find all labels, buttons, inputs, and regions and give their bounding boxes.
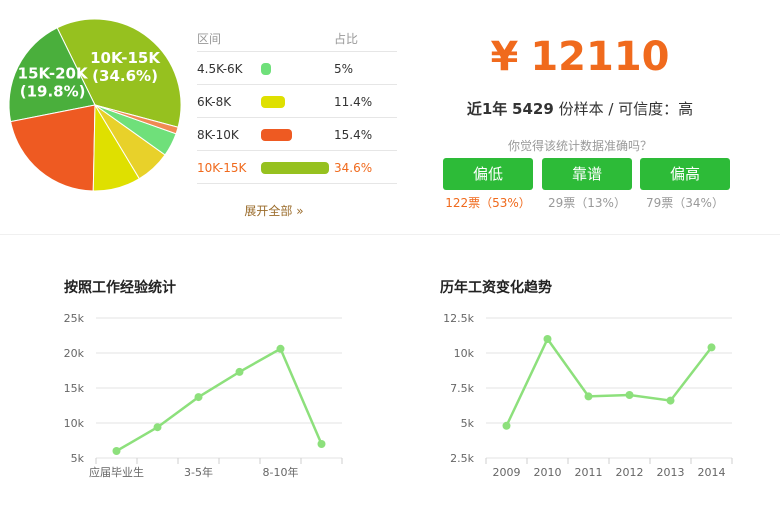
yearly-chart-title: 历年工资变化趋势 [440,280,552,296]
x-tick-label: 3-5年 [184,465,213,479]
x-tick-label: 应届毕业生 [89,465,144,479]
experience-line-chart: 5k 10k 15k 20k 25k 应届毕业生 3-5年 8-10年 [64,312,343,479]
data-point [112,447,121,455]
y-tick-label: 5k [71,452,85,465]
salary-pie-chart: 10K-15K(34.6%)15K-20K(19.8%) [8,18,182,192]
row-range: 8K-10K [197,128,239,142]
expand-all-link[interactable]: 展开全部 » [197,202,351,219]
y-tick-label: 20k [64,347,85,360]
y-tick-label: 15k [64,382,85,395]
data-point [625,391,634,399]
row-range: 4.5K-6K [197,62,243,76]
y-tick-label: 25k [64,312,85,325]
table-row: 8K-10K 15.4% [197,118,397,151]
row-ratio: 5% [334,62,354,76]
data-point [584,392,593,401]
salary-amount: 12110 [530,34,670,80]
vote-low-button[interactable]: 偏低 [443,158,533,190]
data-point [317,440,326,448]
section-divider [0,234,780,235]
x-tick-label: 2009 [493,466,521,479]
table-row: 10K-15K 34.6% [197,151,397,184]
y-tick-label: 10k [64,417,85,430]
row-ratio: 15.4% [334,128,373,142]
pie-slice-label: (19.8%) [20,83,86,101]
sample-info: 近1年 5429 份样本 / 可信度：高 [430,98,730,119]
data-point [666,396,675,405]
data-point [502,421,511,430]
y-tick-label: 2.5k [450,452,474,465]
x-tick-label: 2013 [657,466,685,479]
pie-slice-label: 15K-20K [18,65,89,83]
data-point [235,367,244,376]
vote-high-count: 79票（34%） [646,196,724,210]
y-tick-label: 7.5k [450,382,474,395]
x-tick-label: 2012 [616,466,644,479]
period-label: 近1年 [466,100,508,118]
experience-chart-title: 按照工作经验统计 [64,280,176,296]
row-ratio-bar [261,129,292,141]
yearly-line-chart: 2.5k 5k 7.5k 10k 12.5k 2009 2010 2011 2012 2013 20… [443,312,733,479]
row-ratio-bar [261,63,271,75]
accuracy-question: 你觉得该统计数据准确吗？ [507,139,652,153]
data-point [276,344,285,353]
x-tick-label: 2010 [534,466,562,479]
sample-suffix: 份样本 / 可信度：高 [558,100,694,118]
data-point [707,343,716,352]
row-range: 10K-15K [197,161,247,175]
header-ratio: 占比 [334,32,359,46]
header-range: 区间 [197,32,222,46]
pie-slice-label: (34.6%) [92,67,158,85]
row-ratio: 11.4% [334,95,373,109]
sample-count: 5429 [512,100,554,118]
row-ratio-bar [261,96,285,108]
data-point [194,393,203,402]
row-ratio-bar [261,162,329,174]
vote-high-button[interactable]: 偏高 [640,158,730,190]
table-row: 6K-8K 11.4% [197,85,397,118]
vote-low-count: 122票（53%） [445,196,531,210]
average-salary: ¥12110 [430,34,730,80]
data-point [153,423,162,432]
x-tick-label: 2011 [575,466,603,479]
currency-symbol: ¥ [490,34,519,80]
y-tick-label: 10k [454,347,475,360]
x-tick-label: 8-10年 [263,465,299,479]
table-row: 4.5K-6K 5% [197,52,397,85]
y-tick-label: 5k [461,417,475,430]
x-tick-label: 2014 [698,466,726,479]
series-line [505,336,713,427]
row-ratio: 34.6% [334,161,373,175]
salary-range-table: 区间 占比 4.5K-6K 5% 6K-8K 11.4% 8K-10K 15.4% 10K-… [197,20,397,184]
table-header: 区间 占比 [197,20,397,52]
series-line [115,347,323,453]
data-point [543,335,552,343]
y-tick-label: 12.5k [443,312,474,325]
row-range: 6K-8K [197,95,232,109]
vote-accurate-count: 29票（13%） [548,196,626,210]
pie-slice-label: 10K-15K [90,49,161,67]
vote-accurate-button[interactable]: 靠谱 [542,158,632,190]
